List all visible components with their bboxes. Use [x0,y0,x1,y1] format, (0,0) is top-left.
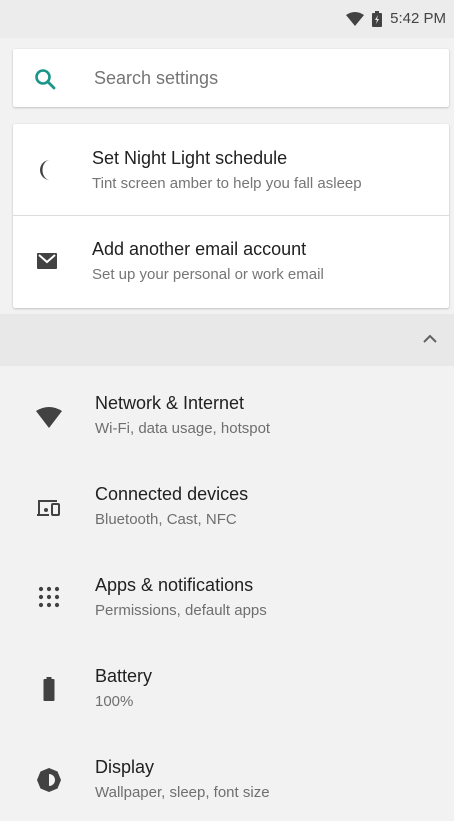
settings-item-display[interactable]: Display Wallpaper, sleep, font size [0,730,454,821]
moon-icon [40,160,50,180]
search-bar[interactable]: Search settings [13,49,449,107]
battery-icon [372,10,383,27]
wifi-icon [36,407,62,428]
chevron-up-icon[interactable] [422,332,438,344]
status-bar-right: 5:42 PM [346,10,446,27]
search-input[interactable]: Search settings [94,68,218,89]
settings-item-subtitle: Wi-Fi, data usage, hotspot [95,420,271,437]
suggestion-subtitle: Set up your personal or work email [92,266,324,283]
suggestions-collapse-bar[interactable] [0,314,454,366]
settings-item-network[interactable]: Network & Internet Wi-Fi, data usage, ho… [0,366,454,457]
suggestion-subtitle: Tint screen amber to help you fall aslee… [92,175,362,192]
devices-icon [37,500,60,516]
status-bar: 5:42 PM [0,0,454,38]
settings-item-connected-devices[interactable]: Connected devices Bluetooth, Cast, NFC [0,457,454,548]
settings-item-title: Connected devices [95,484,249,504]
battery-icon [43,677,55,701]
settings-item-subtitle: 100% [95,693,134,710]
suggestions-card: Set Night Light schedule Tint screen amb… [13,124,449,308]
suggestion-title: Add another email account [92,239,307,259]
settings-item-title: Network & Internet [95,393,245,413]
apps-grid-icon [38,586,60,608]
suggestion-night-light[interactable]: Set Night Light schedule Tint screen amb… [13,124,449,215]
suggestion-title: Set Night Light schedule [92,148,288,168]
status-time: 5:42 PM [390,10,446,27]
settings-item-subtitle: Wallpaper, sleep, font size [95,784,270,801]
settings-item-subtitle: Permissions, default apps [95,602,267,619]
settings-item-subtitle: Bluetooth, Cast, NFC [95,511,237,528]
settings-item-title: Display [95,757,155,777]
settings-item-title: Battery [95,666,153,686]
suggestion-email[interactable]: Add another email account Set up your pe… [13,216,449,307]
brightness-icon [37,768,61,792]
email-icon [37,253,57,269]
settings-item-apps[interactable]: Apps & notifications Permissions, defaul… [0,548,454,639]
wifi-icon [346,11,365,26]
search-icon[interactable] [34,68,56,90]
settings-item-title: Apps & notifications [95,575,254,595]
settings-item-battery[interactable]: Battery 100% [0,639,454,730]
